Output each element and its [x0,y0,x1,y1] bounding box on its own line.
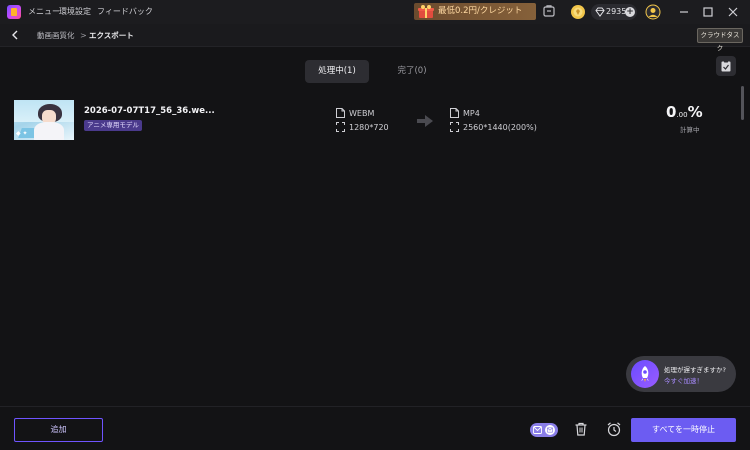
task-filename: 2026-07-07T17_56_36.we... [84,106,215,116]
cart-icon[interactable] [541,4,557,20]
gold-coin-icon[interactable] [570,4,586,20]
user-avatar-icon[interactable] [645,4,661,20]
menu-item-preferences[interactable]: 環境設定 [59,0,91,24]
back-arrow-icon[interactable] [9,29,21,41]
add-button[interactable]: 追加 [14,418,103,442]
promo-banner[interactable]: 最低0.2円/クレジット [414,3,536,20]
minimize-icon[interactable] [676,4,692,20]
alarm-clock-icon[interactable] [606,421,622,437]
app-window: メニュー 環境設定 フィードバック 最低0.2円/クレジット 2935 + 動画… [0,0,750,450]
clipboard-check-icon [721,60,731,72]
clear-list-button[interactable] [716,56,736,76]
add-credit-icon[interactable]: + [625,7,635,17]
bottom-bar: 追加 すべてを一時停止 [0,406,750,450]
title-bar: メニュー 環境設定 フィードバック 最低0.2円/クレジット 2935 + [0,0,750,24]
trash-icon[interactable] [573,421,589,437]
speed-tip-question: 処理が遅すぎますか? [664,366,726,374]
target-resolution: 2560*1440(200%) [463,123,537,132]
speed-up-tip[interactable]: 処理が遅すぎますか? 今すぐ加速！ [626,356,736,392]
mail-icon [533,426,542,434]
email-notify-toggle[interactable] [530,423,558,437]
rocket-icon [631,360,659,388]
toggle-knob [545,425,555,435]
convert-arrow-icon [417,115,433,127]
breadcrumb-current: エクスポート [89,31,134,40]
breadcrumb-parent[interactable]: 動画画質化 [37,24,75,47]
menu-item-feedback[interactable]: フィードバック [97,0,153,24]
scrollbar[interactable] [741,86,744,120]
source-resolution: 1280*720 [349,123,389,132]
video-thumbnail: ◆ ✦ [14,100,74,140]
tab-processing[interactable]: 処理中(1) [305,60,369,83]
progress-status: 計算中 [680,126,700,134]
source-format: WEBM [349,109,375,118]
resolution-icon [336,122,345,132]
promo-text: 最低0.2円/クレジット [438,6,523,16]
menu-item-menu[interactable]: メニュー [28,0,60,24]
file-icon [336,108,345,118]
cloud-task-button[interactable]: クラウドタスク [697,28,743,52]
target-format: MP4 [463,109,480,118]
speed-tip-action[interactable]: 今すぐ加速！ [664,375,703,385]
file-icon [450,108,459,118]
app-logo-icon [7,5,21,19]
credit-count: 2935 [606,7,627,16]
credit-balance[interactable]: 2935 + [591,4,637,20]
maximize-icon[interactable] [700,4,716,20]
gift-icon [418,5,434,18]
model-badge: アニメ専用モデル [84,120,142,131]
breadcrumb: 動画画質化 > エクスポート クラウドタスク [0,24,750,52]
breadcrumb-separator: > [80,31,87,40]
pause-all-button[interactable]: すべてを一時停止 [631,418,736,442]
progress-percent: 0.00% [666,103,703,121]
diamond-icon [595,7,605,17]
tab-completed[interactable]: 完了(0) [380,60,444,83]
resolution-icon [450,122,459,132]
close-icon[interactable] [725,4,741,20]
